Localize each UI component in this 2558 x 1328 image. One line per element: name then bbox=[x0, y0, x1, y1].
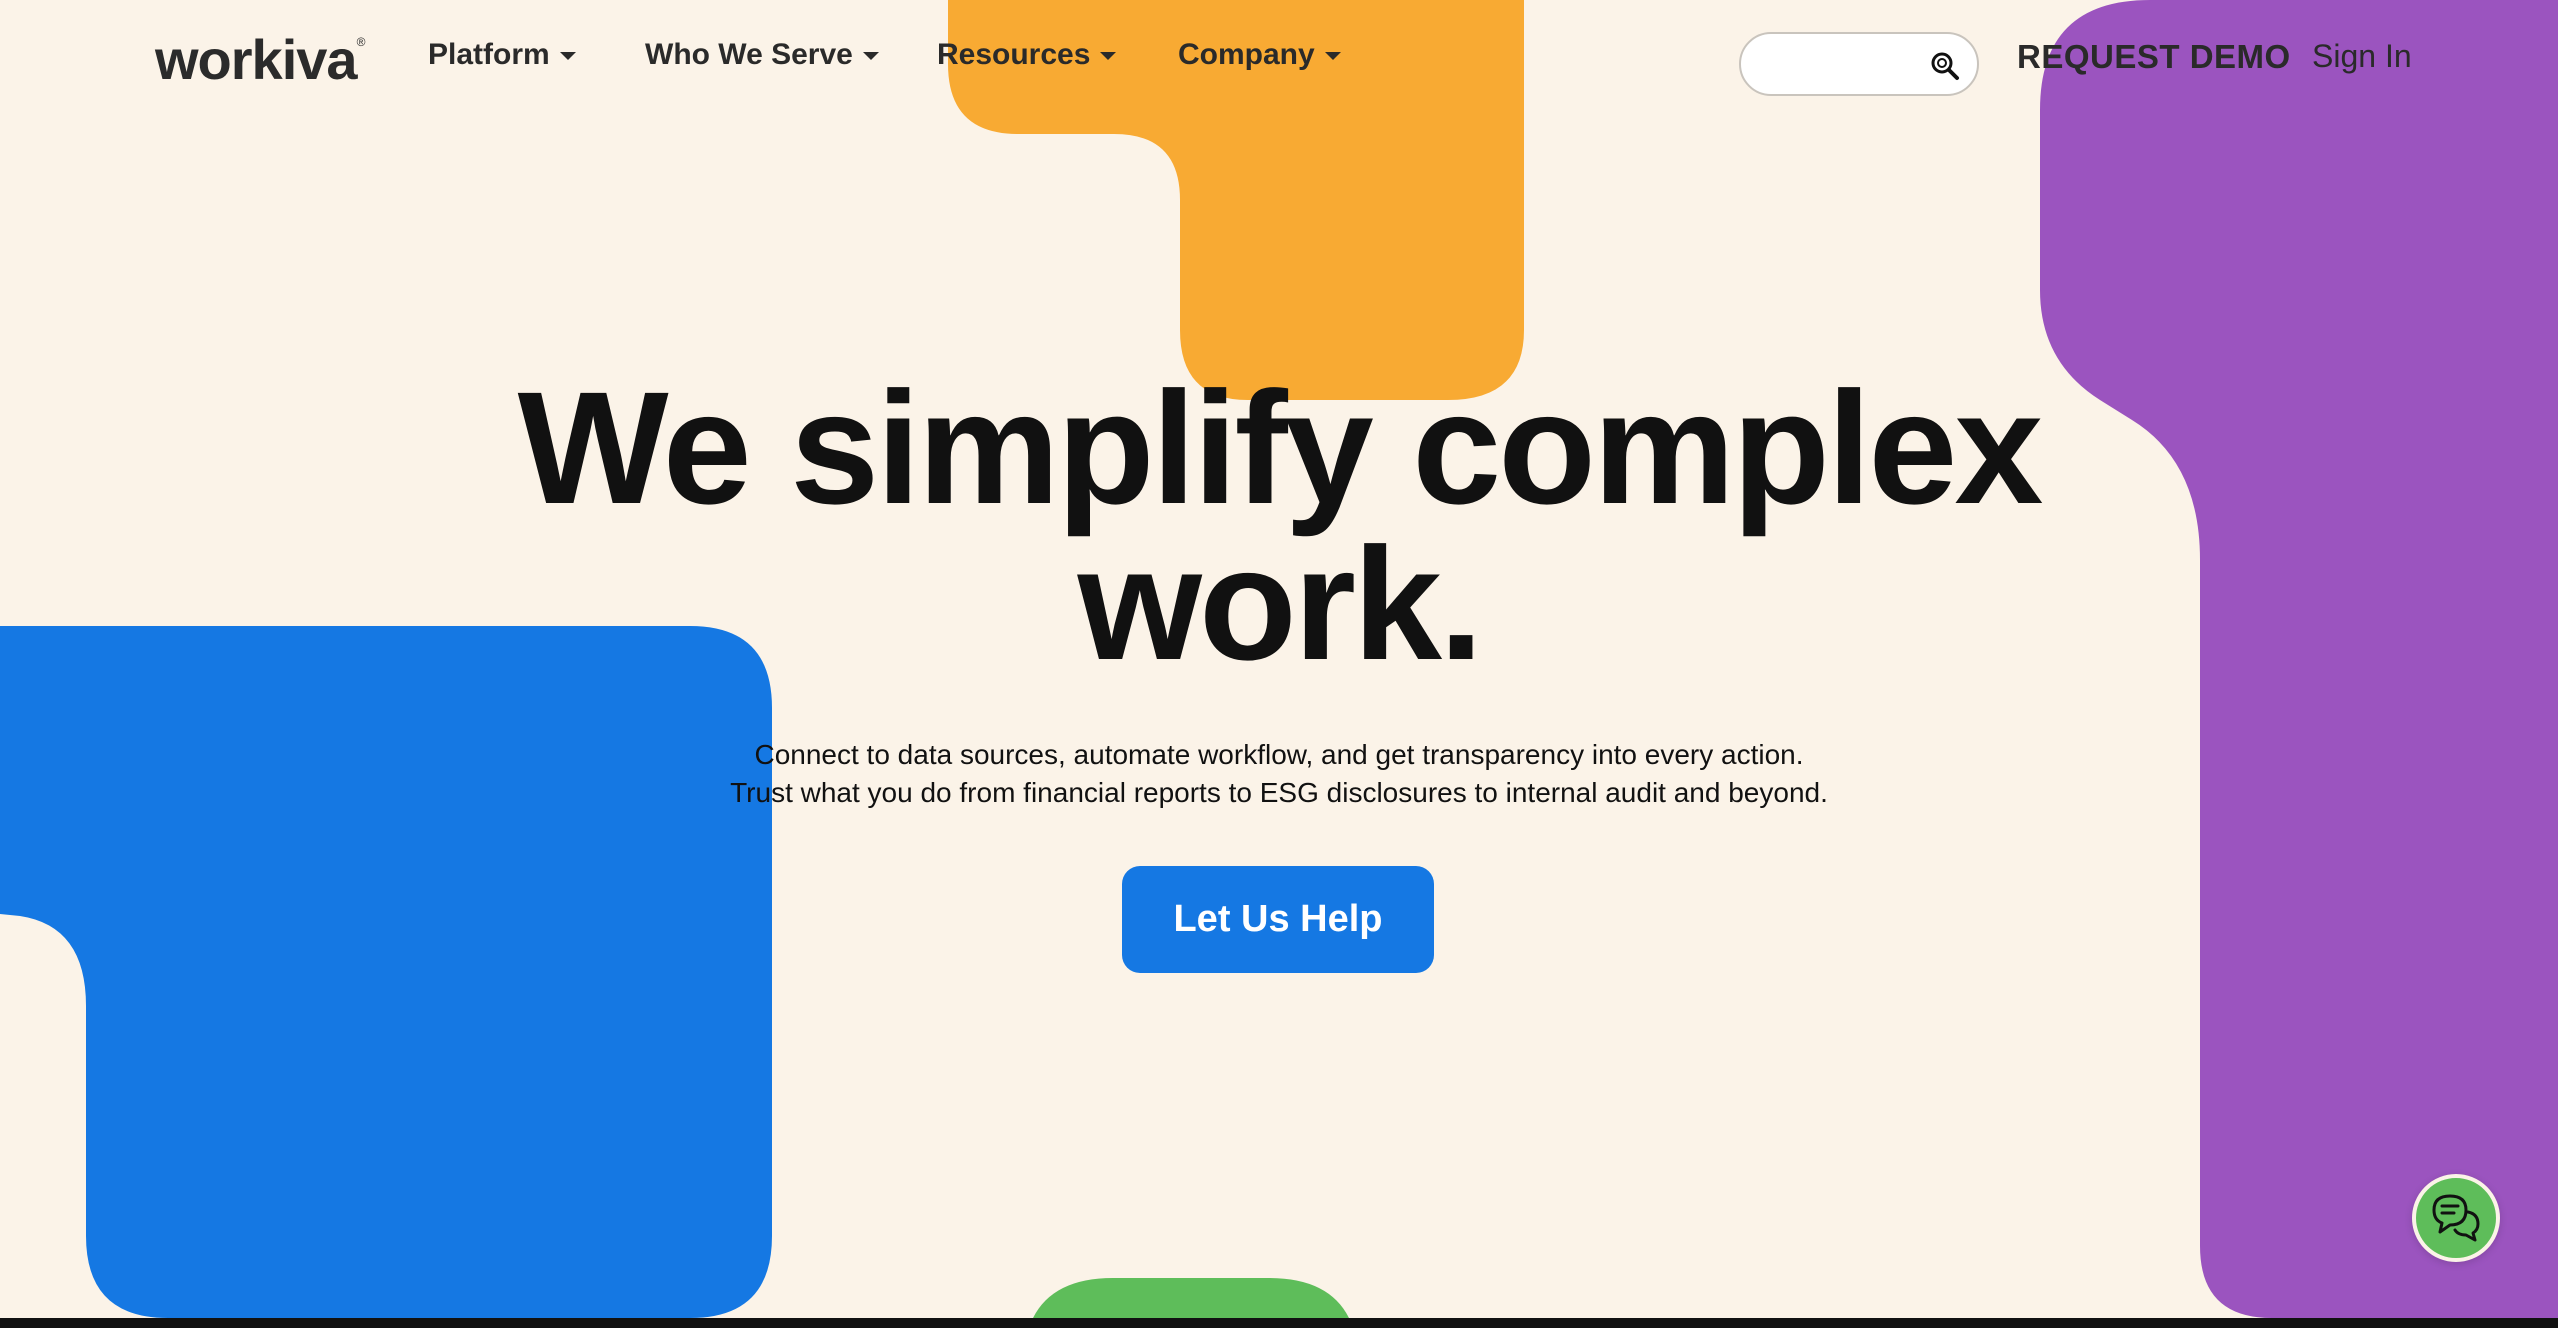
hero-subtitle-line-1: Connect to data sources, automate workfl… bbox=[754, 739, 1804, 770]
registered-mark: ® bbox=[356, 35, 366, 49]
bottom-edge bbox=[0, 1318, 2558, 1328]
nav-item-platform[interactable]: Platform bbox=[428, 38, 576, 72]
green-decorative-shape bbox=[1033, 1278, 1349, 1318]
nav-item-label: Company bbox=[1178, 38, 1315, 71]
request-demo-link[interactable]: REQUEST DEMO bbox=[2017, 38, 2291, 76]
nav-item-label: Who We Serve bbox=[645, 38, 853, 71]
nav-item-company[interactable]: Company bbox=[1178, 38, 1341, 72]
chevron-down-icon bbox=[1100, 52, 1117, 60]
hero-subtitle: Connect to data sources, automate workfl… bbox=[500, 736, 2058, 812]
nav-item-label: Resources bbox=[937, 38, 1091, 71]
logo-text: workiva bbox=[155, 28, 358, 91]
chat-button[interactable] bbox=[2412, 1174, 2500, 1262]
search-icon[interactable] bbox=[1929, 50, 1961, 82]
chevron-down-icon bbox=[559, 52, 576, 60]
hero-title-line-2: work. bbox=[1077, 514, 1484, 693]
page: workiva® Platform Who We Serve Resources… bbox=[0, 0, 2558, 1318]
nav-item-who-we-serve[interactable]: Who We Serve bbox=[645, 38, 879, 72]
nav-item-resources[interactable]: Resources bbox=[937, 38, 1117, 72]
chat-bubbles-icon bbox=[2432, 1194, 2480, 1242]
search-input[interactable] bbox=[1761, 44, 1921, 84]
search-box[interactable] bbox=[1739, 32, 1979, 96]
let-us-help-button[interactable]: Let Us Help bbox=[1122, 866, 1434, 973]
workiva-logo[interactable]: workiva® bbox=[155, 22, 366, 98]
chevron-down-icon bbox=[1324, 52, 1341, 60]
blue-decorative-shape bbox=[0, 626, 772, 1318]
nav-item-label: Platform bbox=[428, 38, 550, 71]
hero-title-line-1: We simplify complex bbox=[517, 358, 2044, 537]
sign-in-link[interactable]: Sign In bbox=[2312, 38, 2412, 75]
site-header: workiva® Platform Who We Serve Resources… bbox=[0, 0, 2558, 124]
hero-title: We simplify complex work. bbox=[400, 368, 2158, 684]
hero-subtitle-line-2: Trust what you do from financial reports… bbox=[730, 777, 1828, 808]
chevron-down-icon bbox=[862, 52, 879, 60]
